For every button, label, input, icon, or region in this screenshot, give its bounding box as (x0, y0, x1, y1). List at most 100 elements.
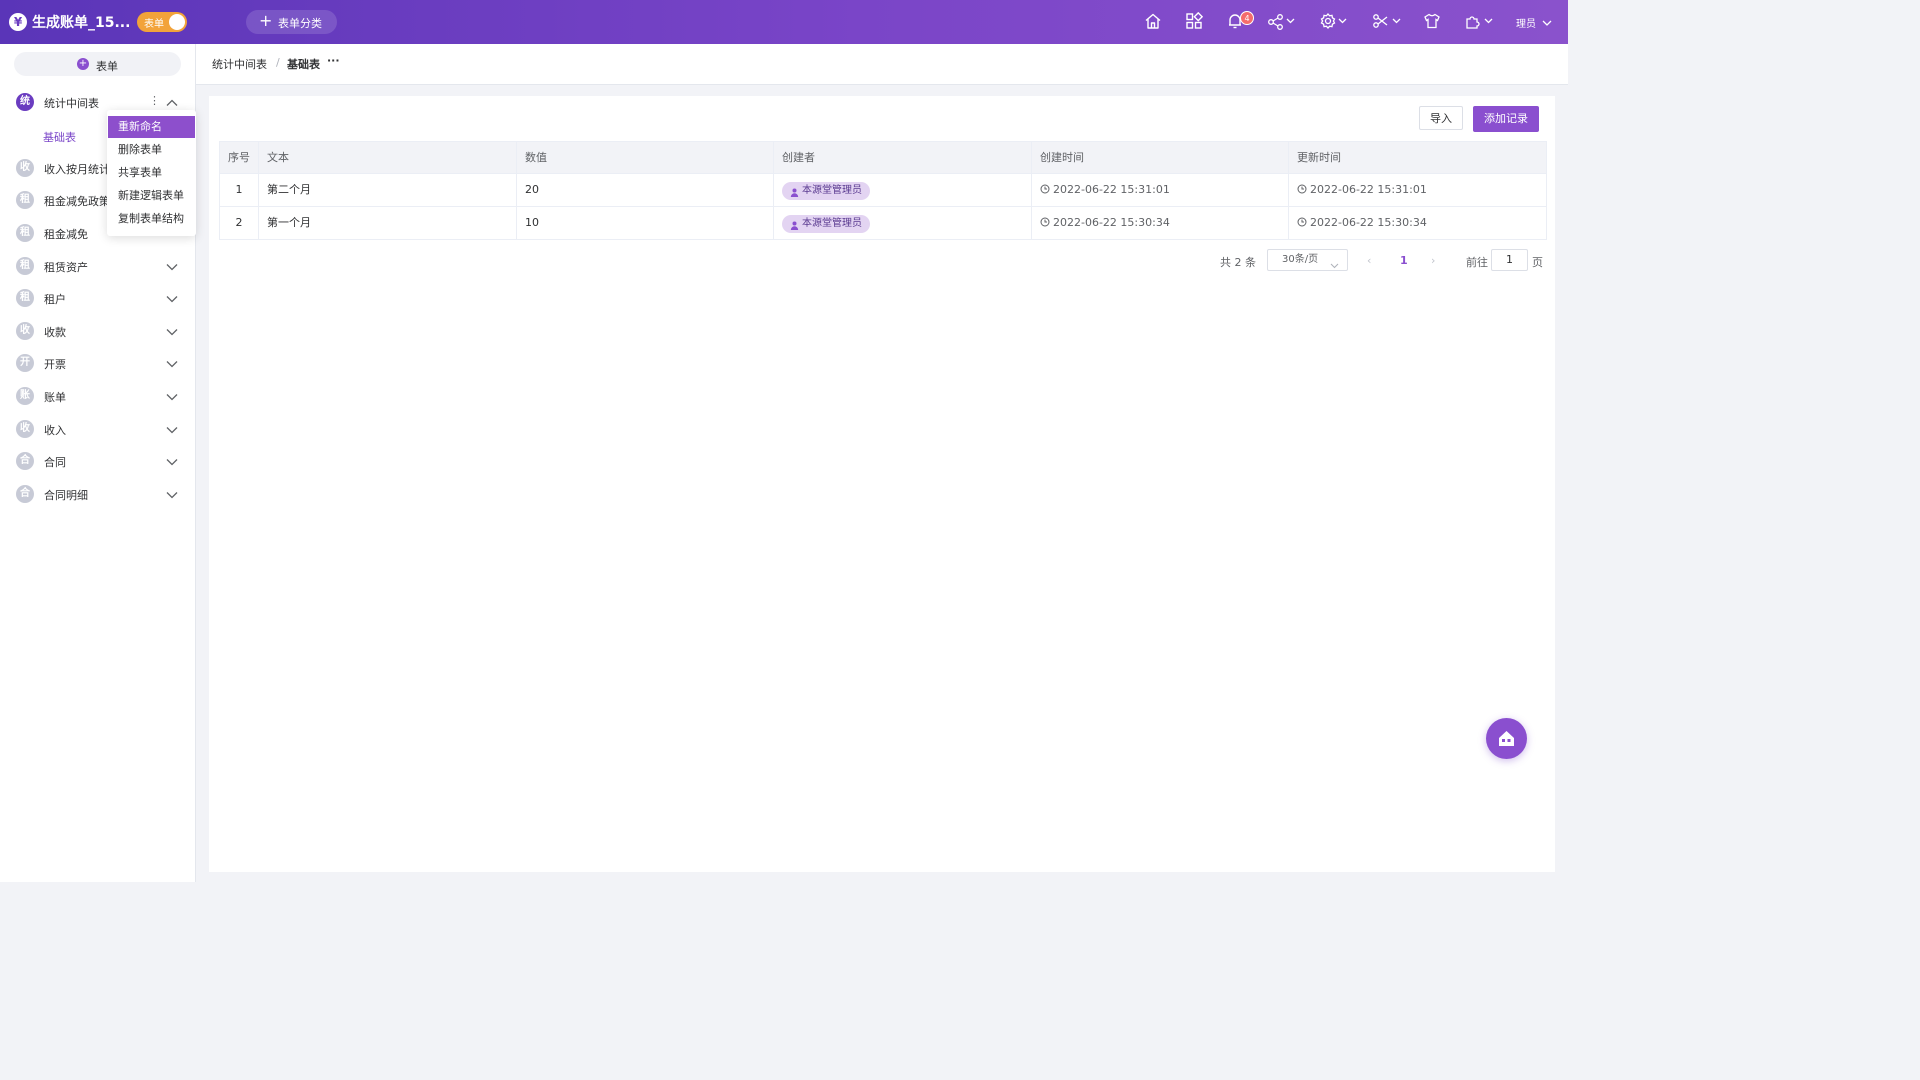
sidebar-group-contract-details[interactable]: 合 合同明细 (0, 478, 195, 510)
share-icon[interactable] (1267, 12, 1299, 32)
creator-tag: 本源堂管理员 (782, 182, 870, 200)
home-icon[interactable] (1144, 12, 1162, 32)
prev-page-button[interactable]: ‹ (1367, 254, 1371, 267)
group-avatar-icon: 统 (16, 93, 34, 111)
top-bar: ¥ 生成账单_15... 表单 + 表单分类 4 理员 (0, 0, 1568, 44)
form-category-label: 表单分类 (278, 17, 322, 30)
cell-value[interactable]: 20 (517, 174, 774, 206)
sidebar-group-contracts[interactable]: 合 合同 (0, 445, 195, 477)
form-category-button[interactable]: + 表单分类 (246, 10, 337, 34)
table-header-row: 序号 文本 数值 创建者 创建时间 更新时间 (220, 142, 1546, 174)
column-header[interactable]: 更新时间 (1289, 142, 1546, 173)
more-vertical-icon[interactable]: ⋮ (149, 94, 160, 107)
mode-toggle[interactable]: 表单 (137, 12, 187, 32)
chevron-down-icon[interactable] (166, 424, 178, 437)
table-row[interactable]: 2 第一个月 10 本源堂管理员 2022-06-22 15:30:34 202… (220, 207, 1546, 239)
add-record-button[interactable]: 添加记录 (1473, 106, 1539, 132)
page-size-select[interactable]: 30条/页 (1267, 249, 1348, 271)
creator-tag: 本源堂管理员 (782, 215, 870, 233)
next-page-button[interactable]: › (1431, 254, 1435, 267)
chevron-down-icon[interactable] (1542, 17, 1552, 30)
group-avatar-icon: 合 (16, 485, 34, 503)
records-table: 序号 文本 数值 创建者 创建时间 更新时间 1 第二个月 20 本源堂管理员 … (219, 141, 1547, 240)
chevron-down-icon[interactable] (166, 261, 178, 274)
cell-updated-time: 2022-06-22 15:30:34 (1289, 207, 1546, 239)
sidebar-group-label: 账单 (44, 391, 66, 404)
updated-time-text: 2022-06-22 15:30:34 (1310, 216, 1427, 229)
toggle-knob (169, 14, 185, 30)
group-avatar-icon: 收 (16, 159, 34, 177)
plus-icon: + (259, 11, 273, 30)
creator-name: 本源堂管理员 (802, 185, 862, 196)
menu-item-rename[interactable]: 重新命名 (108, 116, 195, 138)
group-avatar-icon: 租 (16, 224, 34, 242)
shirt-icon[interactable] (1423, 12, 1441, 32)
sidebar-group-bills[interactable]: 账 账单 (0, 380, 195, 412)
apps-grid-icon[interactable] (1185, 12, 1203, 32)
group-avatar-icon: 合 (16, 452, 34, 470)
updated-time-text: 2022-06-22 15:31:01 (1310, 183, 1427, 196)
sidebar-group-label: 租金减免政策 (44, 195, 110, 208)
menu-item-copy-structure[interactable]: 复制表单结构 (108, 208, 195, 230)
cell-creator: 本源堂管理员 (774, 207, 1032, 239)
creator-name: 本源堂管理员 (802, 218, 862, 229)
column-header[interactable]: 创建者 (774, 142, 1032, 173)
floating-home-button[interactable] (1486, 718, 1527, 759)
more-horizontal-icon[interactable]: ··· (327, 54, 340, 67)
new-form-button[interactable]: + 表单 (14, 52, 181, 76)
clock-icon (1040, 175, 1050, 207)
new-form-label: 表单 (96, 60, 118, 73)
cell-created-time: 2022-06-22 15:31:01 (1032, 174, 1289, 206)
group-avatar-icon: 账 (16, 387, 34, 405)
menu-item-share-form[interactable]: 共享表单 (108, 162, 195, 184)
plugin-icon[interactable] (1465, 12, 1497, 32)
sidebar-group-label: 合同 (44, 456, 66, 469)
breadcrumb-parent[interactable]: 统计中间表 (212, 56, 267, 72)
user-name[interactable]: 理员 (1516, 15, 1536, 30)
sidebar-group-label: 收入按月统计 (44, 163, 110, 176)
chevron-down-icon[interactable] (166, 293, 178, 306)
mode-toggle-label: 表单 (144, 19, 164, 30)
settings-gear-icon[interactable] (1320, 12, 1352, 32)
menu-item-delete-form[interactable]: 删除表单 (108, 139, 195, 161)
sidebar-group-income[interactable]: 收 收入 (0, 413, 195, 445)
goto-page-input[interactable]: 1 (1491, 249, 1528, 271)
table-row[interactable]: 1 第二个月 20 本源堂管理员 2022-06-22 15:31:01 202… (220, 174, 1546, 207)
page-number-current[interactable]: 1 (1400, 254, 1408, 267)
column-header[interactable]: 创建时间 (1032, 142, 1289, 173)
cell-value[interactable]: 10 (517, 207, 774, 239)
sidebar-group-label: 收款 (44, 326, 66, 339)
notification-badge: 4 (1240, 11, 1254, 25)
column-header[interactable]: 文本 (259, 142, 517, 173)
import-button[interactable]: 导入 (1419, 106, 1463, 130)
pagination-total: 共 2 条 (1220, 256, 1256, 269)
app-title[interactable]: 生成账单_15... (32, 12, 130, 32)
sidebar-group-receipts[interactable]: 收 收款 (0, 315, 195, 347)
sidebar-group-invoicing[interactable]: 开 开票 (0, 347, 195, 379)
chevron-down-icon[interactable] (166, 358, 178, 371)
chevron-down-icon[interactable] (166, 489, 178, 502)
user-icon (790, 186, 799, 204)
menu-item-new-logic-form[interactable]: 新建逻辑表单 (108, 185, 195, 207)
form-context-menu: 重新命名 删除表单 共享表单 新建逻辑表单 复制表单结构 (107, 110, 196, 236)
sidebar-group-leased-assets[interactable]: 租 租赁资产 (0, 250, 195, 282)
column-header[interactable]: 序号 (220, 142, 259, 173)
cell-text[interactable]: 第一个月 (259, 207, 517, 239)
tools-icon[interactable] (1372, 12, 1404, 32)
chevron-down-icon[interactable] (166, 456, 178, 469)
sidebar-group-tenants[interactable]: 租 租户 (0, 282, 195, 314)
chevron-down-icon[interactable] (166, 326, 178, 339)
app-logo-icon: ¥ (9, 13, 27, 31)
sidebar-group-label: 租户 (44, 293, 66, 306)
sidebar-sub-item-base-table[interactable]: 基础表 (43, 129, 76, 145)
group-avatar-icon: 开 (16, 354, 34, 372)
chevron-down-icon[interactable] (166, 391, 178, 404)
cell-text[interactable]: 第二个月 (259, 174, 517, 206)
chevron-up-icon[interactable] (166, 97, 178, 110)
column-header[interactable]: 数值 (517, 142, 774, 173)
sidebar-group-label: 开票 (44, 358, 66, 371)
group-avatar-icon: 收 (16, 420, 34, 438)
cell-index: 1 (220, 174, 259, 206)
group-avatar-icon: 租 (16, 191, 34, 209)
clock-icon (1297, 175, 1307, 207)
